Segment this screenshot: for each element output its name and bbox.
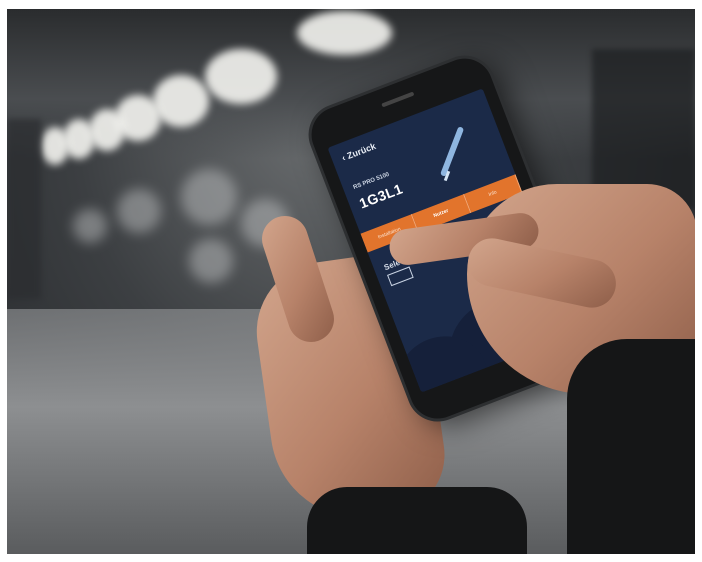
bokeh-light [181, 169, 237, 225]
bokeh-light [73, 209, 107, 243]
phone-speaker [381, 91, 415, 108]
ceiling-light [205, 49, 277, 104]
jacket-sleeve [307, 487, 527, 554]
back-button[interactable]: ‹ Zurück [340, 141, 377, 163]
bokeh-light [117, 189, 161, 233]
ceiling-light [89, 109, 125, 151]
ceiling-light [41, 127, 69, 165]
jacket-sleeve [567, 339, 695, 554]
ceiling-light [153, 75, 209, 127]
photo: ‹ Zurück RS PRO 5100 1G3L1 Installation … [7, 9, 695, 554]
bokeh-light [189, 239, 233, 283]
ceiling-light [297, 11, 392, 55]
dial-indicator-icon [439, 126, 465, 177]
garage-pillar [7, 119, 41, 299]
